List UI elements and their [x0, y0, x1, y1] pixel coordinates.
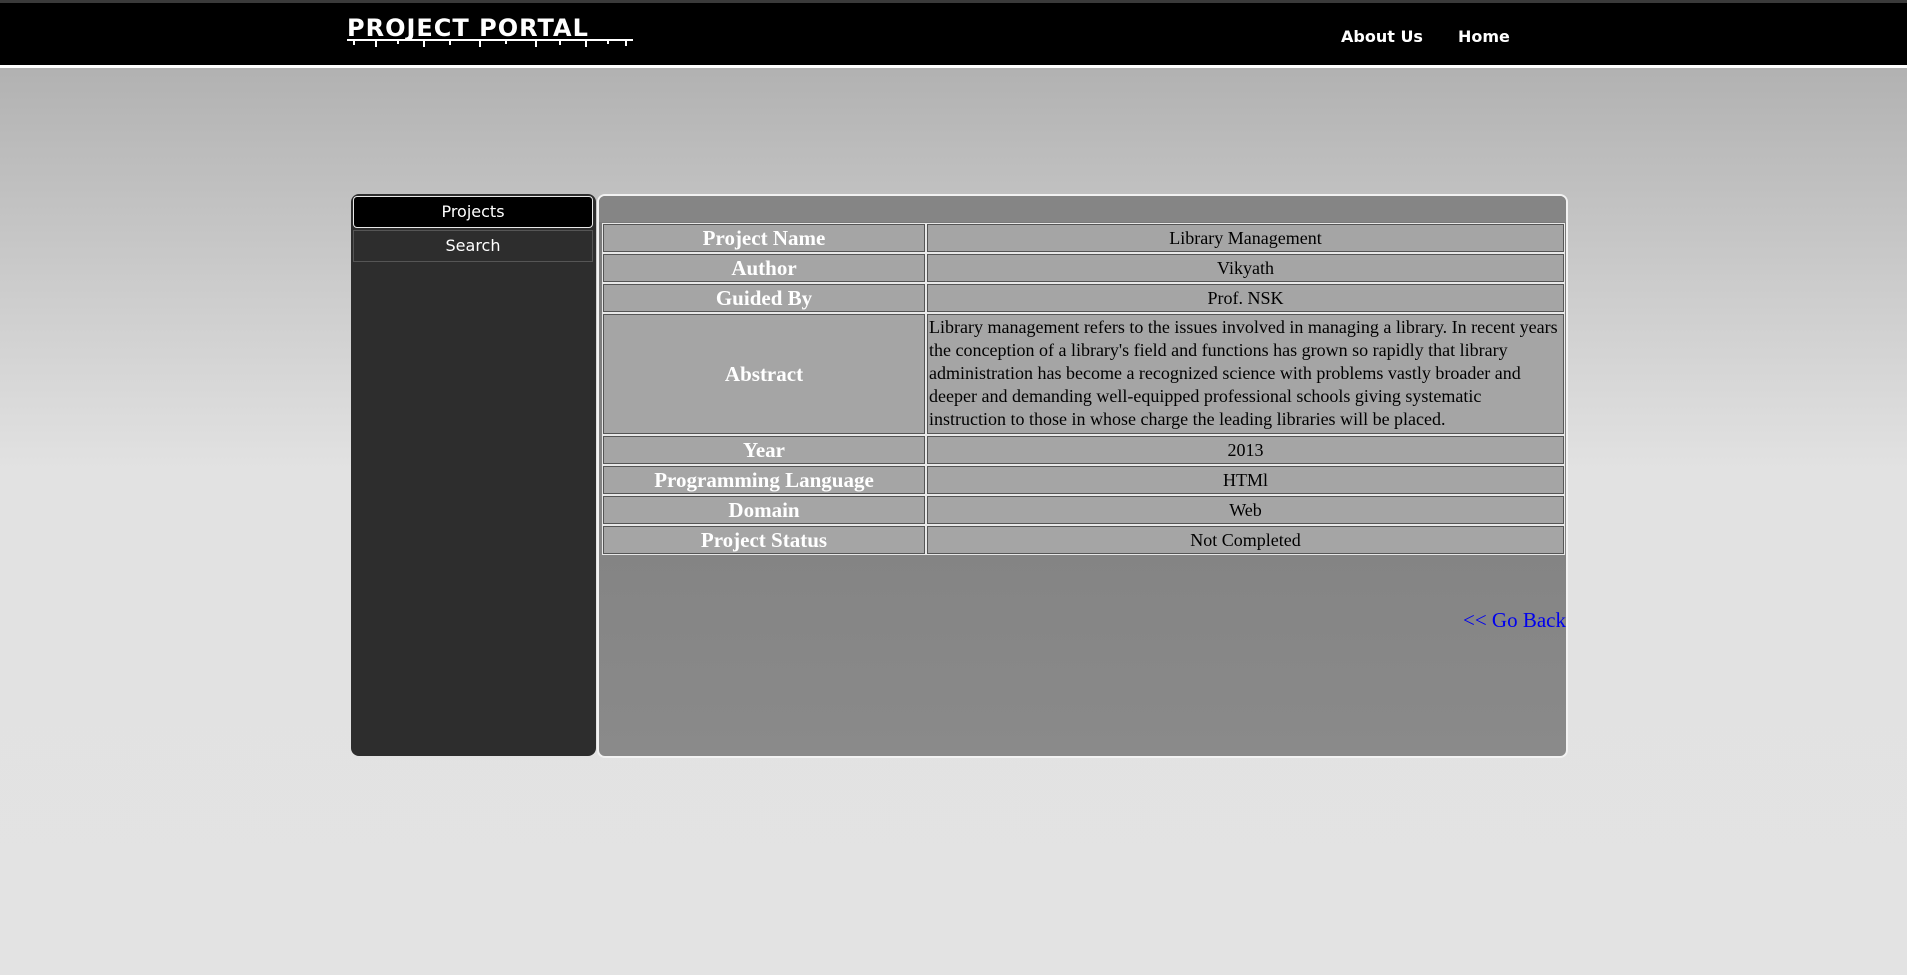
abstract-value: Library management refers to the issues … [926, 313, 1565, 435]
sidebar-item-search[interactable]: Search [353, 230, 593, 262]
project-name-label: Project Name [602, 223, 926, 253]
programming-language-label: Programming Language [602, 465, 926, 495]
table-row: Author Vikyath [602, 253, 1565, 283]
programming-language-value: HTMl [926, 465, 1565, 495]
guided-by-label: Guided By [602, 283, 926, 313]
nav-home-link[interactable]: Home [1458, 27, 1510, 46]
domain-label: Domain [602, 495, 926, 525]
project-status-label: Project Status [602, 525, 926, 555]
nav-about-us-link[interactable]: About Us [1341, 27, 1423, 46]
abstract-label: Abstract [602, 313, 926, 435]
table-row: Programming Language HTMl [602, 465, 1565, 495]
year-value: 2013 [926, 435, 1565, 465]
sidebar: Projects Search [351, 194, 596, 756]
guided-by-value: Prof. NSK [926, 283, 1565, 313]
year-label: Year [602, 435, 926, 465]
project-status-value: Not Completed [926, 525, 1565, 555]
project-details-panel: Project Name Library Management Author V… [597, 194, 1568, 758]
table-row: Domain Web [602, 495, 1565, 525]
domain-value: Web [926, 495, 1565, 525]
sidebar-item-projects[interactable]: Projects [353, 196, 593, 228]
top-navigation-bar: PROJECT PORTAL About Us Home [0, 0, 1907, 68]
table-row: Abstract Library management refers to th… [602, 313, 1565, 435]
table-row: Project Status Not Completed [602, 525, 1565, 555]
table-row: Project Name Library Management [602, 223, 1565, 253]
go-back-link[interactable]: << Go Back [1463, 608, 1566, 633]
site-logo[interactable]: PROJECT PORTAL [347, 16, 589, 40]
panel-header [599, 196, 1566, 222]
table-row: Guided By Prof. NSK [602, 283, 1565, 313]
project-details-table: Project Name Library Management Author V… [602, 223, 1565, 555]
author-label: Author [602, 253, 926, 283]
project-name-value: Library Management [926, 223, 1565, 253]
logo-drip-decoration [347, 39, 633, 47]
author-value: Vikyath [926, 253, 1565, 283]
table-row: Year 2013 [602, 435, 1565, 465]
